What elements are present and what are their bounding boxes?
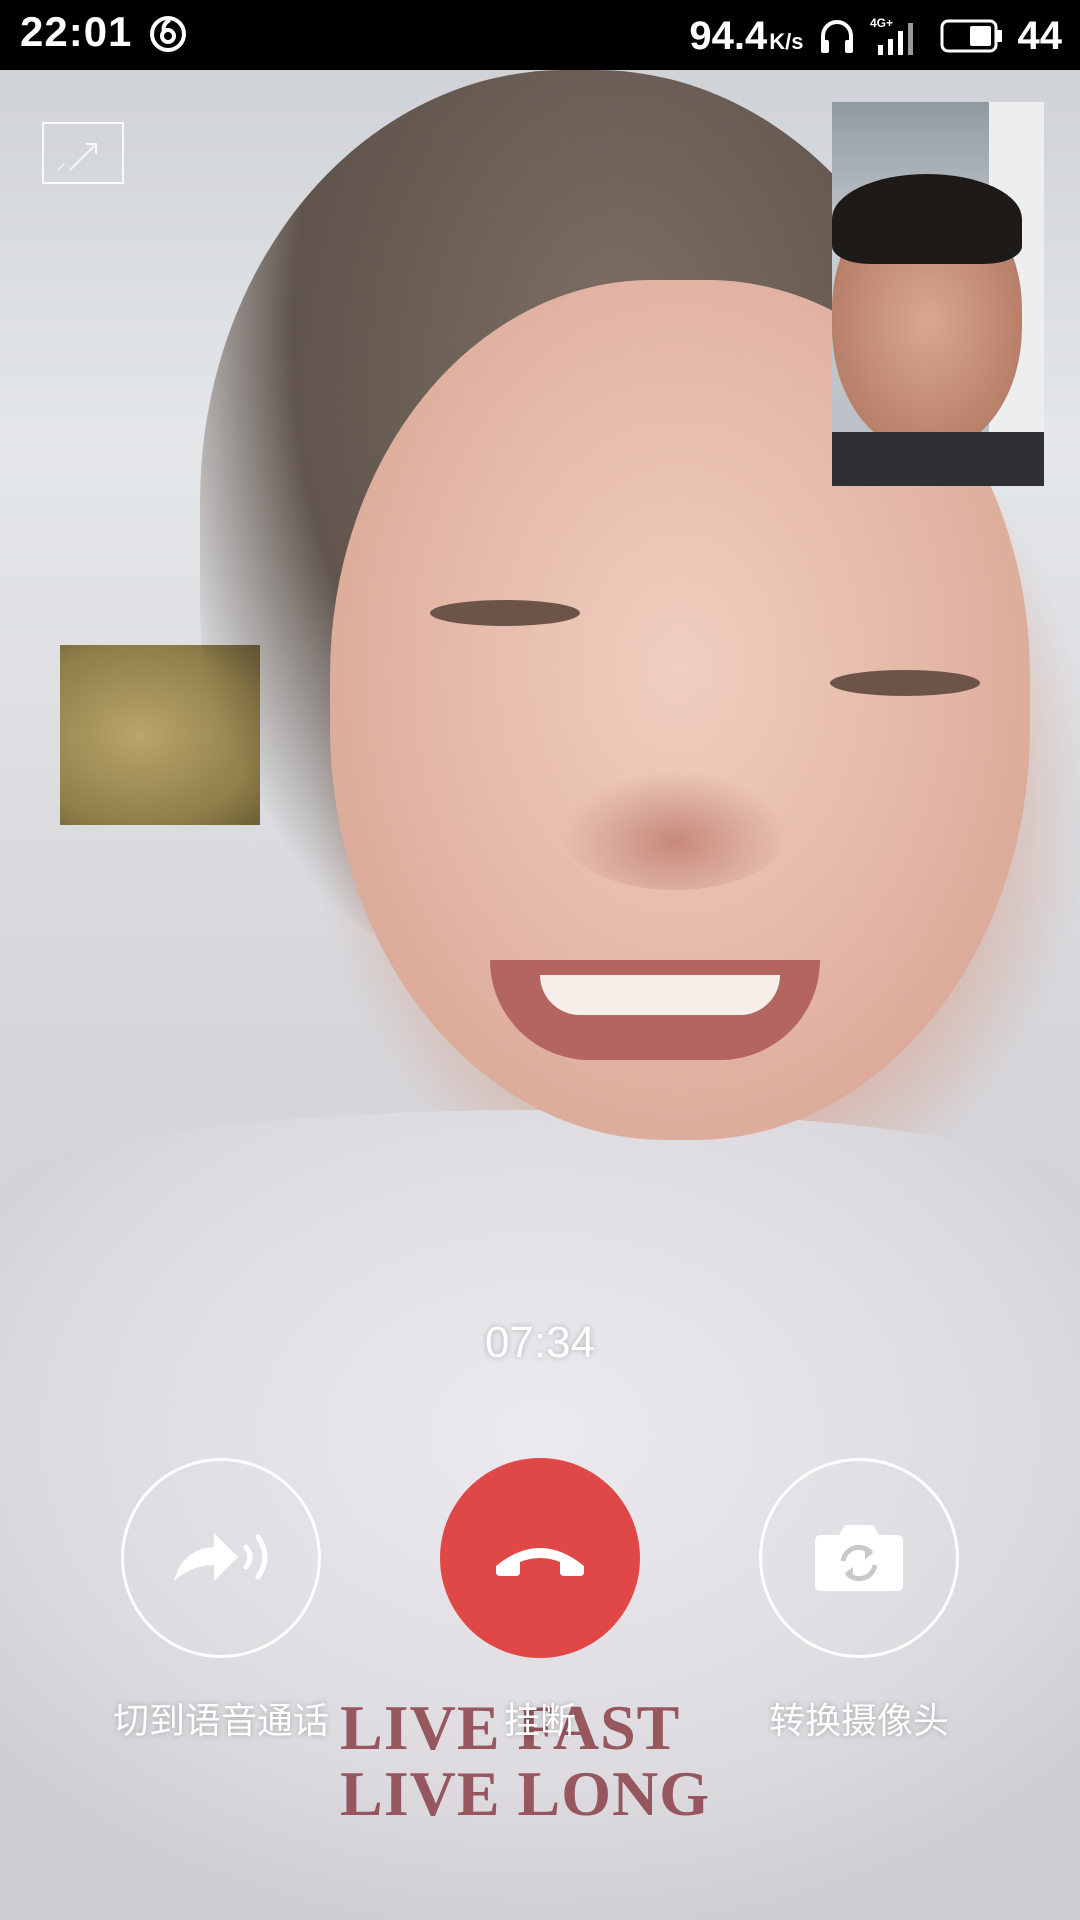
- signal-4g-icon: 4G+: [870, 16, 913, 55]
- call-duration: 07:34: [484, 1318, 596, 1367]
- netease-music-icon: [150, 16, 186, 52]
- battery-level: 44: [1017, 13, 1063, 58]
- hangup-label: 挂断: [503, 1700, 576, 1741]
- switch-to-voice-button[interactable]: [121, 1458, 321, 1658]
- hangup-button[interactable]: [440, 1458, 640, 1658]
- net-speed-value: 94.4: [689, 13, 768, 58]
- status-time: 22:01: [20, 8, 133, 55]
- camera-switch-icon: [815, 1525, 903, 1591]
- remote-person-eye: [830, 670, 980, 696]
- shrink-icon: [57, 143, 97, 171]
- headphones-icon: [820, 20, 853, 53]
- battery-icon: [940, 19, 1002, 53]
- self-person-hair: [832, 174, 1022, 264]
- shirt-print-line: LIVE LONG: [340, 1758, 710, 1829]
- self-video-preview[interactable]: [832, 102, 1044, 486]
- network-type-text: 4G+: [870, 16, 893, 30]
- remote-person-teeth: [540, 975, 780, 1015]
- forward-voice-icon: [174, 1533, 268, 1581]
- switch-to-voice-label: 切到语音通话: [112, 1700, 329, 1741]
- switch-camera-label: 转换摄像头: [768, 1700, 949, 1741]
- minimize-button[interactable]: [42, 122, 124, 184]
- self-person-body: [832, 432, 1044, 486]
- net-speed-unit: K/s: [769, 28, 804, 54]
- network-speed: 94.4K/s: [689, 14, 803, 59]
- phone-hangup-icon: [496, 1548, 584, 1576]
- remote-person-nose: [560, 770, 790, 890]
- status-right-group: 94.4K/s 4G+ 44: [689, 8, 1062, 64]
- remote-person-eye: [430, 600, 580, 626]
- status-bar: 22:01 94.4K/s 4G+ 44: [0, 0, 1080, 70]
- switch-camera-button[interactable]: [759, 1458, 959, 1658]
